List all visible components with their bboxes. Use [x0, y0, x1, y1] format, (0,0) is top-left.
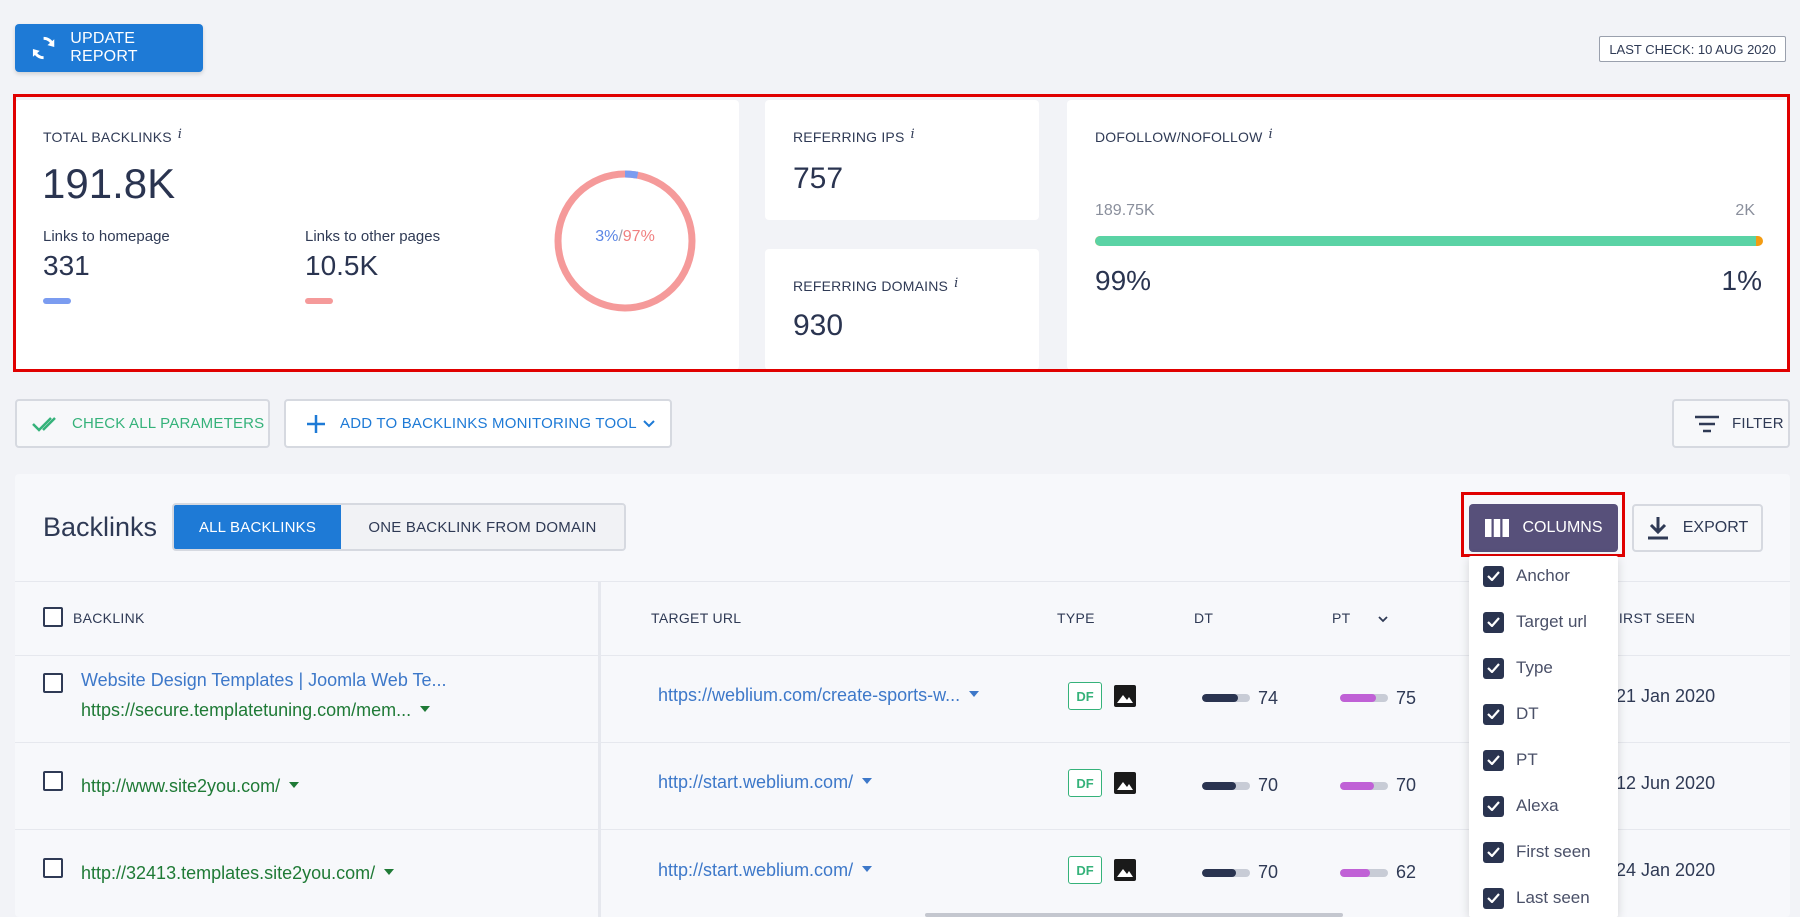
backlinks-title: Backlinks [43, 512, 158, 542]
add-to-monitoring-button[interactable]: ADD TO BACKLINKS MONITORING TOOL [284, 399, 672, 448]
target-url-link[interactable]: https://weblium.com/create-sports-w... [658, 685, 980, 706]
download-icon [1647, 517, 1668, 540]
header-target-url[interactable]: TARGET URL [651, 610, 741, 626]
dt-meter [1202, 782, 1250, 790]
first-seen-date: 21 Jan 2020 [1616, 686, 1716, 706]
filter-label: FILTER [1732, 415, 1784, 432]
caret-down-icon[interactable] [862, 778, 873, 785]
plus-icon [307, 414, 325, 433]
pt-meter [1340, 782, 1388, 790]
first-seen-date: 12 Jun 2020 [1616, 773, 1716, 793]
first-seen-date: 24 Jan 2020 [1616, 860, 1716, 880]
header-type[interactable]: TYPE [1057, 610, 1095, 626]
caret-down-icon[interactable] [289, 782, 300, 789]
target-url-link[interactable]: http://start.weblium.com/ [658, 860, 873, 881]
last-check-badge: LAST CHECK: 10 AUG 2020 [1599, 36, 1786, 62]
column-option-target-url[interactable]: Target url [1483, 609, 1587, 635]
checkbox-checked-icon[interactable] [1483, 611, 1504, 633]
caret-down-icon[interactable] [969, 691, 980, 698]
tab-one-backlink-from-domain[interactable]: ONE BACKLINK FROM DOMAIN [341, 505, 624, 549]
checkbox-checked-icon[interactable] [1483, 565, 1504, 587]
header-dt[interactable]: DT [1194, 610, 1213, 626]
add-to-monitoring-label: ADD TO BACKLINKS MONITORING TOOL [340, 415, 637, 432]
image-icon [1114, 859, 1136, 881]
chevron-down-icon [643, 419, 655, 427]
backlinks-tabs: ALL BACKLINKS ONE BACKLINK FROM DOMAIN [172, 503, 626, 551]
dt-value: 70 [1258, 775, 1279, 795]
double-check-icon [32, 416, 56, 432]
header-pt[interactable]: PT [1332, 610, 1389, 626]
checkbox-checked-icon[interactable] [1483, 657, 1504, 679]
export-button[interactable]: EXPORT [1632, 504, 1763, 552]
pt-value: 62 [1396, 862, 1417, 882]
dt-meter [1202, 694, 1250, 702]
horizontal-scrollbar[interactable] [925, 913, 1343, 917]
type-badge: DF [1068, 856, 1102, 884]
column-divider [598, 582, 601, 917]
column-option-type[interactable]: Type [1483, 655, 1553, 681]
caret-down-icon[interactable] [862, 866, 873, 873]
refresh-icon [32, 36, 55, 60]
dt-value: 70 [1258, 862, 1279, 882]
row-checkbox[interactable] [43, 771, 63, 791]
type-badge: DF [1068, 769, 1102, 797]
pt-meter [1340, 869, 1388, 877]
row-checkbox[interactable] [43, 673, 63, 693]
stats-highlight-frame [13, 94, 1790, 372]
type-badge: DF [1068, 682, 1102, 710]
caret-down-icon[interactable] [384, 869, 395, 876]
dt-value: 74 [1258, 688, 1279, 708]
checkbox-checked-icon[interactable] [1483, 703, 1504, 725]
filter-button[interactable]: FILTER [1672, 399, 1790, 448]
export-label: EXPORT [1682, 519, 1749, 536]
caret-down-icon[interactable] [420, 706, 431, 713]
dt-meter [1202, 869, 1250, 877]
column-option-last-seen[interactable]: Last seen [1483, 885, 1590, 911]
image-icon [1114, 772, 1136, 794]
check-all-parameters-button[interactable]: CHECK ALL PARAMETERS [15, 399, 270, 448]
row-checkbox[interactable] [43, 858, 63, 878]
tab-all-backlinks[interactable]: ALL BACKLINKS [174, 505, 341, 549]
column-option-dt[interactable]: DT [1483, 701, 1539, 727]
checkbox-checked-icon[interactable] [1483, 887, 1504, 909]
backlink-source-link[interactable]: https://secure.templatetuning.com/mem... [81, 700, 431, 721]
backlink-title-link[interactable]: Website Design Templates | Joomla Web Te… [81, 670, 447, 691]
update-report-label: UPDATE REPORT [70, 30, 138, 65]
update-report-button[interactable]: UPDATE REPORT [15, 24, 203, 72]
select-all-checkbox[interactable] [43, 607, 63, 627]
header-backlink[interactable]: BACKLINK [73, 610, 145, 626]
check-all-parameters-label: CHECK ALL PARAMETERS [72, 415, 265, 432]
column-option-anchor[interactable]: Anchor [1483, 563, 1570, 589]
backlink-source-link[interactable]: http://www.site2you.com/ [81, 776, 300, 797]
pt-value: 70 [1396, 775, 1417, 795]
checkbox-checked-icon[interactable] [1483, 749, 1504, 771]
backlink-source-link[interactable]: http://32413.templates.site2you.com/ [81, 863, 395, 884]
columns-dropdown: Anchor Target url Type DT PT Alexa First… [1469, 556, 1618, 917]
target-url-link[interactable]: http://start.weblium.com/ [658, 772, 873, 793]
sort-chevron-icon [1378, 616, 1389, 623]
column-option-first-seen[interactable]: First seen [1483, 839, 1591, 865]
filter-icon [1695, 415, 1719, 432]
pt-meter [1340, 694, 1388, 702]
checkbox-checked-icon[interactable] [1483, 795, 1504, 817]
column-option-pt[interactable]: PT [1483, 747, 1538, 773]
pt-value: 75 [1396, 688, 1417, 708]
column-option-alexa[interactable]: Alexa [1483, 793, 1559, 819]
columns-highlight-frame [1461, 492, 1625, 557]
checkbox-checked-icon[interactable] [1483, 841, 1504, 863]
header-first-seen[interactable]: FIRST SEEN [1610, 610, 1695, 626]
image-icon [1114, 685, 1136, 707]
